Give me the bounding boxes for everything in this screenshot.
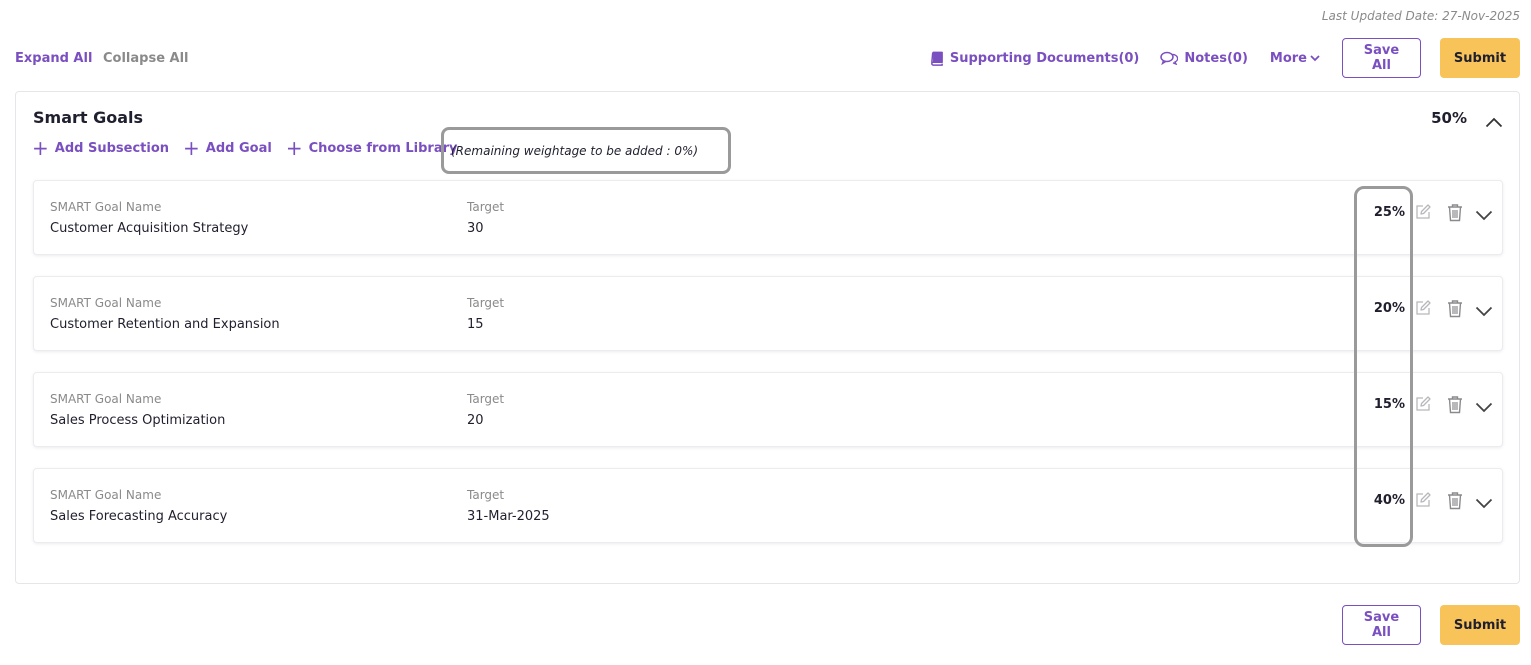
expand-goal-button[interactable]	[1475, 398, 1493, 417]
book-icon	[930, 51, 943, 66]
goal-name: Customer Acquisition Strategy	[50, 221, 249, 236]
notes-link[interactable]: Notes(0)	[1160, 51, 1248, 66]
collapse-all-link[interactable]: Collapse All	[103, 51, 189, 66]
delete-goal-button[interactable]	[1446, 299, 1464, 322]
trash-icon	[1448, 396, 1462, 414]
pencil-icon	[1416, 492, 1431, 507]
choose-from-library-label: Choose from Library	[308, 140, 458, 156]
expand-all-link[interactable]: Expand All	[15, 51, 92, 66]
goal-card: SMART Goal Name Customer Retention and E…	[33, 276, 1503, 351]
expand-goal-button[interactable]	[1475, 206, 1493, 225]
goal-name: Sales Process Optimization	[50, 413, 226, 428]
supporting-documents-label: Supporting Documents(0)	[949, 50, 1140, 66]
choose-from-library-button[interactable]: + Choose from Library	[286, 138, 458, 158]
goal-weight: 15%	[1373, 397, 1405, 412]
chevron-down-icon	[1475, 210, 1493, 221]
save-all-button[interactable]: Save All	[1342, 38, 1421, 78]
chevron-down-icon	[1310, 55, 1320, 62]
goal-card: SMART Goal Name Sales Forecasting Accura…	[33, 468, 1503, 543]
remaining-weightage: (Remaining weightage to be added : 0%)	[451, 143, 699, 158]
goal-target: 31-Mar-2025	[467, 509, 550, 524]
add-subsection-button[interactable]: + Add Subsection	[32, 138, 169, 158]
goal-target-label: Target	[467, 392, 505, 406]
submit-button[interactable]: Submit	[1440, 605, 1520, 645]
goal-target-label: Target	[467, 200, 505, 214]
edit-goal-button[interactable]	[1414, 491, 1432, 513]
goal-card: SMART Goal Name Sales Process Optimizati…	[33, 372, 1503, 447]
submit-button[interactable]: Submit	[1440, 38, 1520, 78]
section-actions: + Add Subsection + Add Goal + Choose fro…	[32, 138, 458, 158]
remaining-weightage-highlight: (Remaining weightage to be added : 0%)	[441, 127, 731, 174]
chevron-down-icon	[1475, 402, 1493, 413]
goal-name-label: SMART Goal Name	[50, 296, 162, 310]
delete-goal-button[interactable]	[1446, 203, 1464, 226]
section-weight: 50%	[1431, 109, 1467, 127]
more-menu[interactable]: More	[1270, 51, 1320, 66]
supporting-documents-link[interactable]: Supporting Documents(0)	[929, 50, 1140, 66]
trash-icon	[1448, 204, 1462, 222]
expand-goal-button[interactable]	[1475, 302, 1493, 321]
last-updated-date: Last Updated Date: 27-Nov-2025	[1321, 9, 1520, 23]
goal-name-label: SMART Goal Name	[50, 200, 162, 214]
add-goal-label: Add Goal	[205, 140, 272, 156]
chevron-down-icon	[1475, 306, 1493, 317]
notes-label: Notes(0)	[1184, 50, 1248, 66]
trash-icon	[1448, 300, 1462, 318]
goal-weight: 40%	[1373, 493, 1405, 508]
goal-target-label: Target	[467, 296, 505, 310]
speech-bubbles-icon	[1160, 51, 1179, 65]
pencil-icon	[1416, 204, 1431, 219]
edit-goal-button[interactable]	[1414, 203, 1432, 225]
goal-target: 30	[467, 221, 484, 236]
plus-icon: +	[183, 136, 200, 160]
smart-goals-section: Smart Goals 50% + Add Subsection + Add G…	[15, 91, 1520, 584]
top-toolbar: Supporting Documents(0) Notes(0) More Sa…	[929, 38, 1520, 78]
pencil-icon	[1416, 300, 1431, 315]
goal-target: 20	[467, 413, 484, 428]
goal-weight: 25%	[1373, 205, 1405, 220]
section-collapse-button[interactable]	[1485, 113, 1503, 132]
goal-target-label: Target	[467, 488, 505, 502]
trash-icon	[1448, 492, 1462, 510]
plus-icon: +	[32, 136, 49, 160]
goal-name: Sales Forecasting Accuracy	[50, 509, 228, 524]
add-goal-button[interactable]: + Add Goal	[183, 138, 272, 158]
delete-goal-button[interactable]	[1446, 395, 1464, 418]
goal-name: Customer Retention and Expansion	[50, 317, 280, 332]
save-all-button[interactable]: Save All	[1342, 605, 1421, 645]
pencil-icon	[1416, 396, 1431, 411]
edit-goal-button[interactable]	[1414, 395, 1432, 417]
edit-goal-button[interactable]	[1414, 299, 1432, 321]
chevron-down-icon	[1475, 498, 1493, 509]
expand-goal-button[interactable]	[1475, 494, 1493, 513]
goal-card: SMART Goal Name Customer Acquisition Str…	[33, 180, 1503, 255]
plus-icon: +	[285, 136, 303, 160]
add-subsection-label: Add Subsection	[54, 140, 170, 156]
delete-goal-button[interactable]	[1446, 491, 1464, 514]
goal-name-label: SMART Goal Name	[50, 488, 162, 502]
goal-target: 15	[467, 317, 484, 332]
goal-name-label: SMART Goal Name	[50, 392, 162, 406]
section-title: Smart Goals	[33, 108, 144, 127]
chevron-up-icon	[1485, 117, 1503, 128]
goal-weight: 20%	[1373, 301, 1405, 316]
more-label: More	[1269, 50, 1307, 66]
bottom-toolbar: Save All Submit	[1342, 605, 1520, 645]
